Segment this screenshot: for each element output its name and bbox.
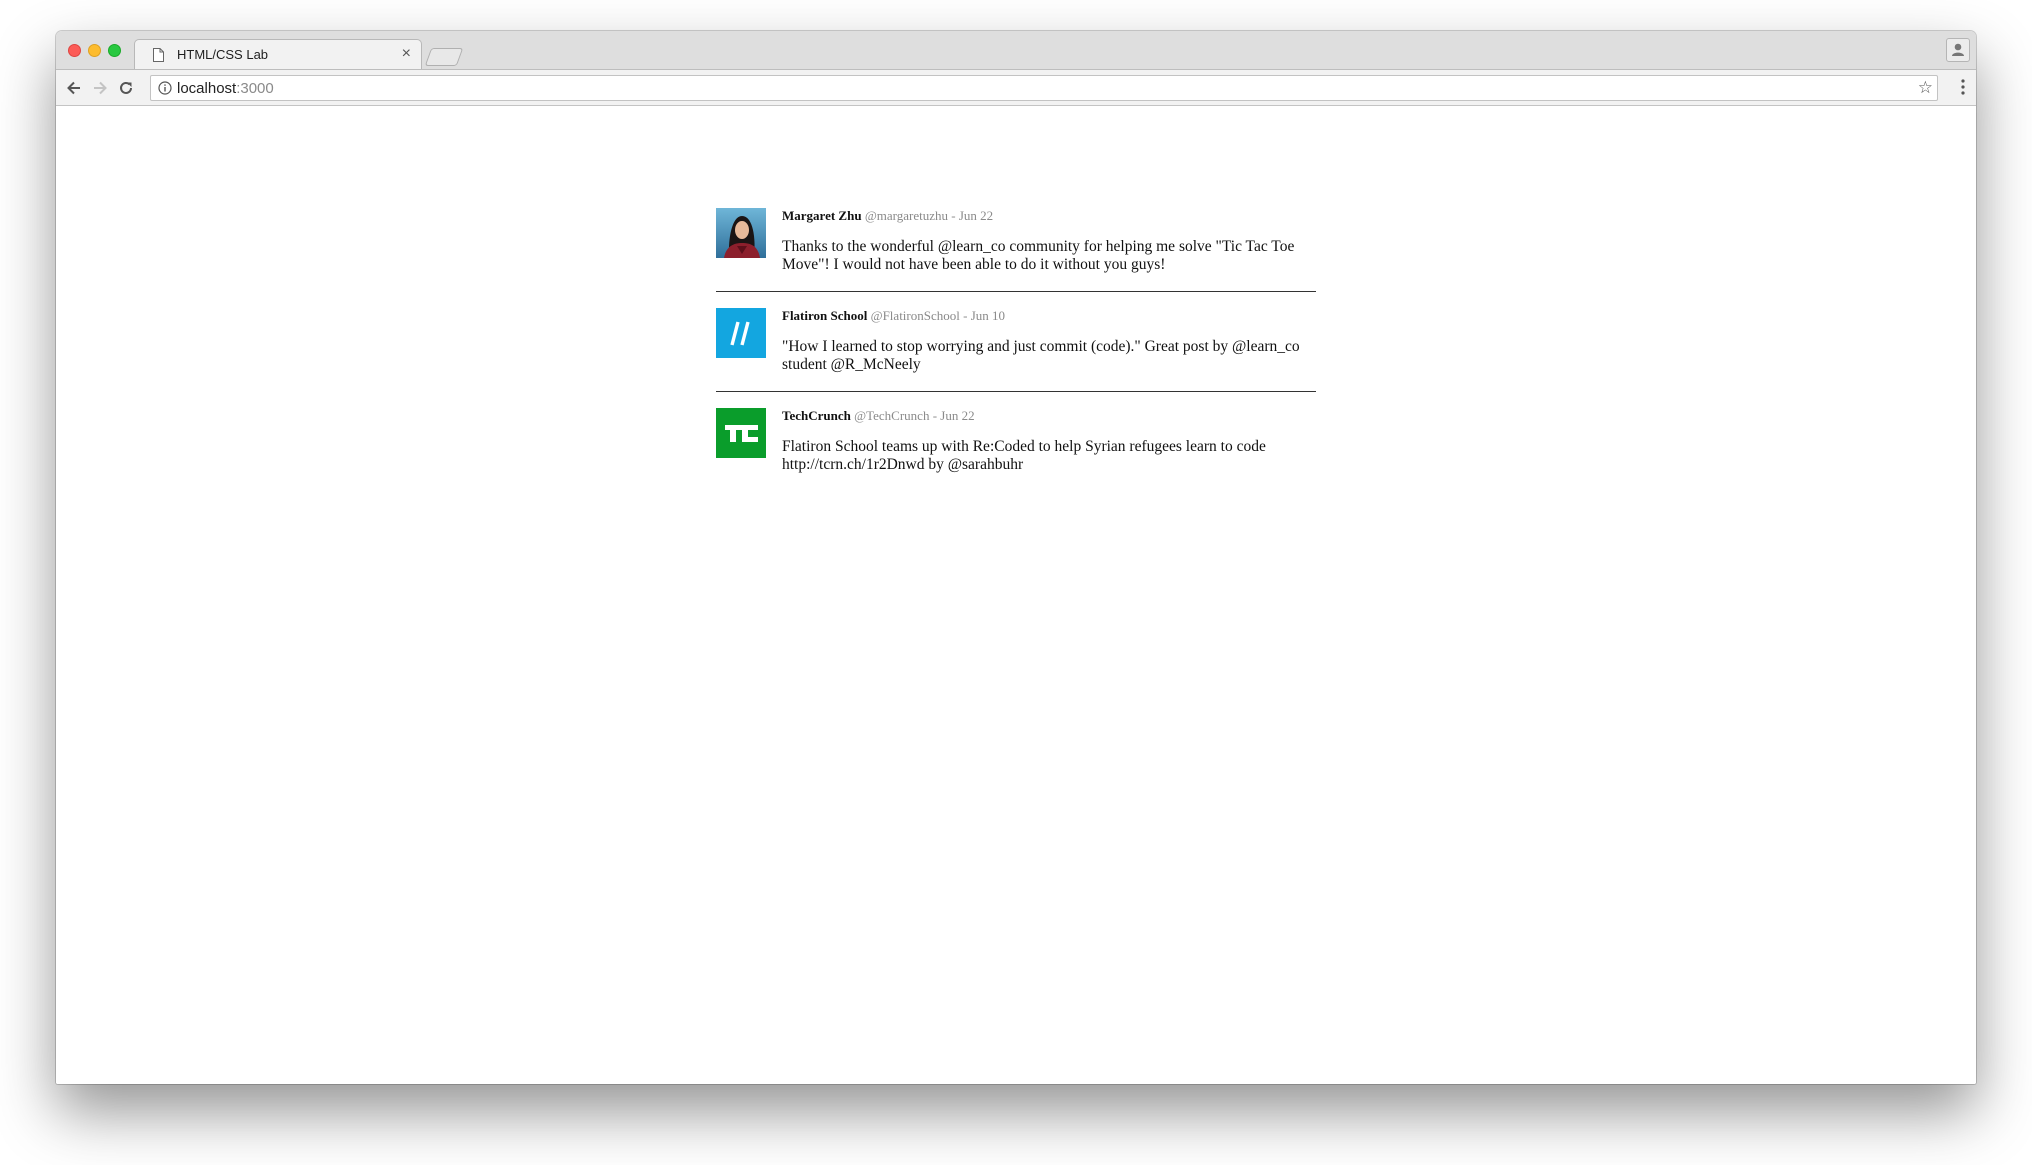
browser-window: HTML/CSS Lab × localhost:3000 ☆ Margaret… (56, 31, 1976, 1084)
tweet-header: Flatiron School @FlatironSchool - Jun 10 (782, 308, 1005, 324)
divider (716, 391, 1316, 392)
reload-icon[interactable] (116, 78, 136, 98)
profile-button[interactable] (1946, 38, 1970, 62)
author-handle[interactable]: @TechCrunch (854, 408, 929, 423)
author-handle[interactable]: @FlatironSchool (871, 308, 960, 323)
new-tab-button[interactable] (424, 48, 464, 66)
separator: - (932, 408, 938, 423)
divider (716, 291, 1316, 292)
page-content: Margaret Zhu @margaretuzhu - Jun 22 Than… (56, 106, 1976, 1084)
close-window-button[interactable] (68, 44, 81, 57)
avatar[interactable] (716, 308, 766, 358)
url-host: localhost (177, 80, 237, 97)
tab-title: HTML/CSS Lab (177, 47, 269, 62)
menu-dots-icon[interactable] (1960, 78, 1966, 101)
tab-strip: HTML/CSS Lab × (56, 31, 1976, 70)
back-arrow-icon[interactable] (64, 78, 84, 98)
tab-active[interactable]: HTML/CSS Lab × (134, 39, 422, 70)
minimize-window-button[interactable] (88, 44, 101, 57)
separator: - (963, 308, 968, 323)
tweet-text: Flatiron School teams up with Re:Coded t… (782, 438, 1266, 473)
tweet-header: TechCrunch @TechCrunch - Jun 22 (782, 408, 975, 424)
close-tab-icon[interactable]: × (402, 45, 411, 63)
forward-arrow-icon[interactable] (90, 78, 110, 98)
browser-toolbar: localhost:3000 ☆ (56, 69, 1976, 106)
author-handle[interactable]: @margaretuzhu (865, 208, 948, 223)
author-name[interactable]: Flatiron School (782, 308, 867, 323)
document-icon (153, 48, 164, 67)
tweet-text: "How I learned to stop worrying and just… (782, 338, 1300, 373)
url-port: :3000 (236, 80, 274, 97)
info-icon[interactable] (158, 81, 172, 100)
tweet-date: Jun 22 (940, 408, 975, 423)
bookmark-star-icon[interactable]: ☆ (1918, 78, 1933, 98)
url-text[interactable]: localhost:3000 (177, 80, 274, 97)
author-name[interactable]: Margaret Zhu (782, 208, 862, 223)
avatar[interactable] (716, 408, 766, 458)
author-name[interactable]: TechCrunch (782, 408, 851, 423)
maximize-window-button[interactable] (108, 44, 121, 57)
person-icon (1952, 43, 1964, 56)
avatar[interactable] (716, 208, 766, 258)
tweet-date: Jun 22 (958, 208, 994, 223)
separator: - (951, 208, 956, 223)
tweet-date: Jun 10 (970, 308, 1006, 323)
tweet-text: Thanks to the wonderful @learn_co commun… (782, 238, 1295, 273)
tweet-header: Margaret Zhu @margaretuzhu - Jun 22 (782, 208, 993, 224)
address-bar[interactable]: localhost:3000 ☆ (150, 75, 1938, 101)
